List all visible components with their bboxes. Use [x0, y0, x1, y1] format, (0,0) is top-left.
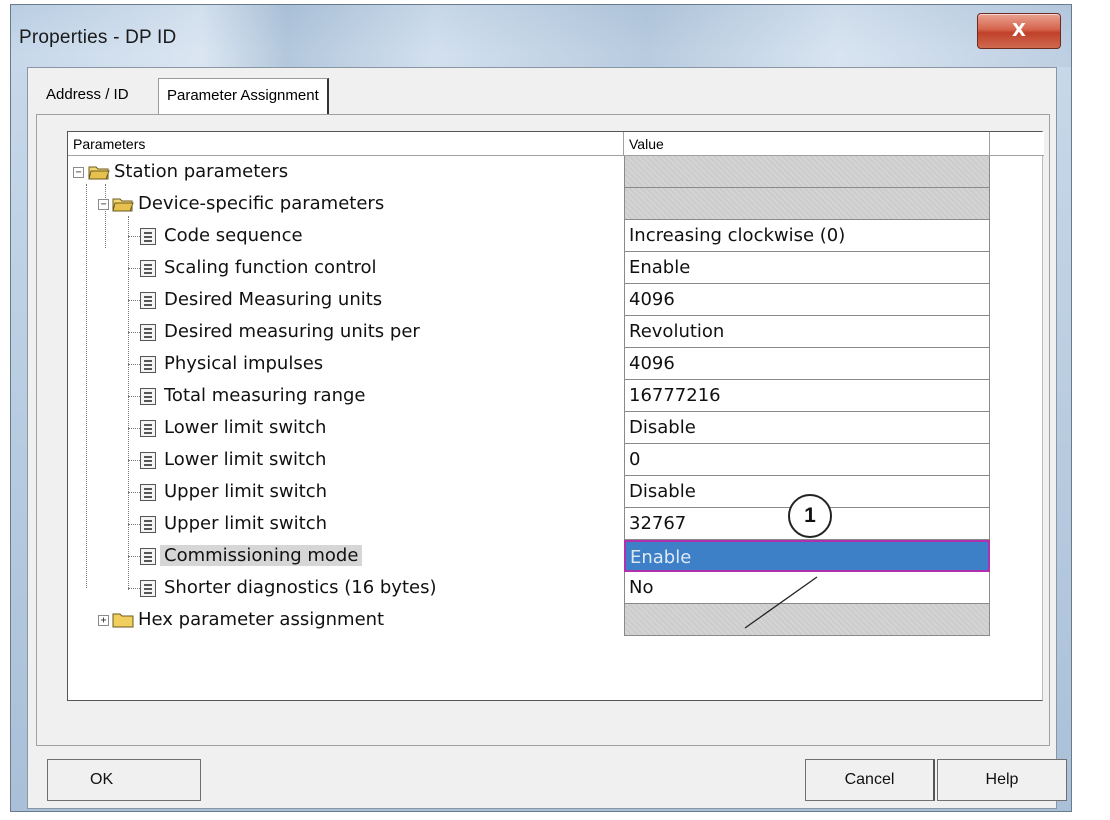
station-parameters-label: Station parameters	[114, 161, 289, 182]
value-cell[interactable]: Enable	[624, 252, 990, 284]
column-header-spacer	[990, 132, 1044, 156]
parameter-icon	[140, 484, 156, 501]
folder-open-icon	[112, 198, 134, 212]
parameter-row-desired-measuring-units[interactable]: Desired Measuring units 4096	[68, 284, 1044, 316]
value-cell	[624, 188, 990, 220]
parameter-row-shorter-diagnostics[interactable]: Shorter diagnostics (16 bytes) No	[68, 572, 1044, 604]
expand-toggle[interactable]: +	[98, 615, 109, 626]
tree-line	[128, 492, 140, 493]
parameter-icon	[140, 228, 156, 245]
tree-line	[128, 364, 140, 365]
tree-line	[128, 236, 140, 237]
collapse-toggle[interactable]: −	[98, 199, 109, 210]
tree-row-device-specific-parameters[interactable]: − Device-specific parameters	[68, 188, 1044, 220]
tab-address-id[interactable]: Address / ID	[38, 78, 137, 112]
column-header-value[interactable]: Value	[624, 132, 990, 156]
parameter-row-lower-limit-switch-value[interactable]: Lower limit switch 0	[68, 444, 1044, 476]
value-cell	[624, 156, 990, 188]
parameter-label: Upper limit switch	[164, 481, 328, 502]
tree-line	[128, 524, 140, 525]
parameter-row-desired-measuring-units-per[interactable]: Desired measuring units per Revolution	[68, 316, 1044, 348]
tree-label: Station parameters	[114, 156, 288, 188]
hex-parameter-assignment-label: Hex parameter assignment	[138, 609, 385, 630]
tree-line	[128, 556, 140, 557]
parameter-icon	[140, 580, 156, 597]
folder-open-icon	[88, 166, 110, 180]
value-cell[interactable]: 4096	[624, 284, 990, 316]
parameter-icon	[140, 452, 156, 469]
parameter-label: Desired measuring units per	[164, 321, 420, 342]
tree-line	[128, 396, 140, 397]
parameter-label: Lower limit switch	[164, 417, 327, 438]
parameter-label: Physical impulses	[164, 353, 324, 374]
help-button[interactable]: Help	[937, 759, 1067, 801]
properties-dialog: Properties - DP ID X Address / ID Parame…	[10, 4, 1072, 812]
parameter-icon	[140, 260, 156, 277]
tree-line	[128, 268, 140, 269]
tree-line	[128, 300, 140, 301]
value-cell[interactable]: 4096	[624, 348, 990, 380]
device-specific-parameters-label: Device-specific parameters	[138, 193, 385, 214]
value-cell	[624, 604, 990, 636]
ok-button[interactable]: OK	[47, 759, 201, 801]
parameter-row-upper-limit-switch[interactable]: Upper limit switch Disable	[68, 476, 1044, 508]
parameter-label: Desired Measuring units	[164, 289, 383, 310]
tree-label: Device-specific parameters	[138, 188, 384, 220]
tree-row-station-parameters[interactable]: − Station parameters	[68, 156, 1044, 188]
value-cell[interactable]: 0	[624, 444, 990, 476]
parameter-label: Commissioning mode	[160, 540, 363, 572]
cancel-button[interactable]: Cancel	[805, 759, 935, 801]
dialog-client-area: Address / ID Parameter Assignment Parame…	[27, 67, 1057, 809]
parameter-label: Code sequence	[164, 225, 303, 246]
value-cell[interactable]: Increasing clockwise (0)	[624, 220, 990, 252]
column-header-parameters[interactable]: Parameters	[68, 132, 624, 156]
parameter-icon	[140, 324, 156, 341]
parameter-row-commissioning-mode[interactable]: Commissioning mode Enable	[68, 540, 1044, 572]
parameter-icon	[140, 548, 156, 565]
parameter-row-lower-limit-switch[interactable]: Lower limit switch Disable	[68, 412, 1044, 444]
value-cell[interactable]: 16777216	[624, 380, 990, 412]
close-button[interactable]: X	[977, 13, 1061, 49]
tree-line	[128, 428, 140, 429]
parameter-icon	[140, 388, 156, 405]
collapse-toggle[interactable]: −	[73, 167, 84, 178]
tab-panel: Parameters Value − Station parameters − …	[36, 114, 1050, 746]
parameter-icon	[140, 516, 156, 533]
parameter-icon	[140, 292, 156, 309]
parameter-icon	[140, 420, 156, 437]
parameter-label: Lower limit switch	[164, 449, 327, 470]
value-cell[interactable]: No	[624, 572, 990, 604]
parameter-label: Upper limit switch	[164, 513, 328, 534]
tab-parameter-assignment[interactable]: Parameter Assignment	[158, 78, 329, 114]
callout-marker: 1	[788, 494, 832, 538]
parameter-label: Scaling function control	[164, 257, 377, 278]
value-cell[interactable]: Revolution	[624, 316, 990, 348]
parameter-label: Total measuring range	[164, 385, 366, 406]
tree-line	[128, 332, 140, 333]
parameter-row-scaling-function-control[interactable]: Scaling function control Enable	[68, 252, 1044, 284]
value-cell[interactable]: Disable	[624, 412, 990, 444]
parameter-row-physical-impulses[interactable]: Physical impulses 4096	[68, 348, 1044, 380]
parameter-icon	[140, 356, 156, 373]
parameter-row-total-measuring-range[interactable]: Total measuring range 16777216	[68, 380, 1044, 412]
parameter-row-upper-limit-switch-value[interactable]: Upper limit switch 32767	[68, 508, 1044, 540]
window-title: Properties - DP ID	[19, 27, 177, 48]
parameter-row-code-sequence[interactable]: Code sequence Increasing clockwise (0)	[68, 220, 1044, 252]
tree-line	[128, 588, 140, 589]
folder-icon	[112, 613, 134, 628]
parameter-grid: Parameters Value − Station parameters − …	[67, 131, 1044, 701]
parameter-label: Shorter diagnostics (16 bytes)	[164, 577, 437, 598]
tree-row-hex-parameter-assignment[interactable]: + Hex parameter assignment	[68, 604, 1044, 636]
tree-label: Hex parameter assignment	[138, 604, 384, 636]
value-cell-selected[interactable]: Enable	[624, 540, 990, 572]
tree-line	[128, 460, 140, 461]
commissioning-mode-label: Commissioning mode	[160, 545, 363, 566]
